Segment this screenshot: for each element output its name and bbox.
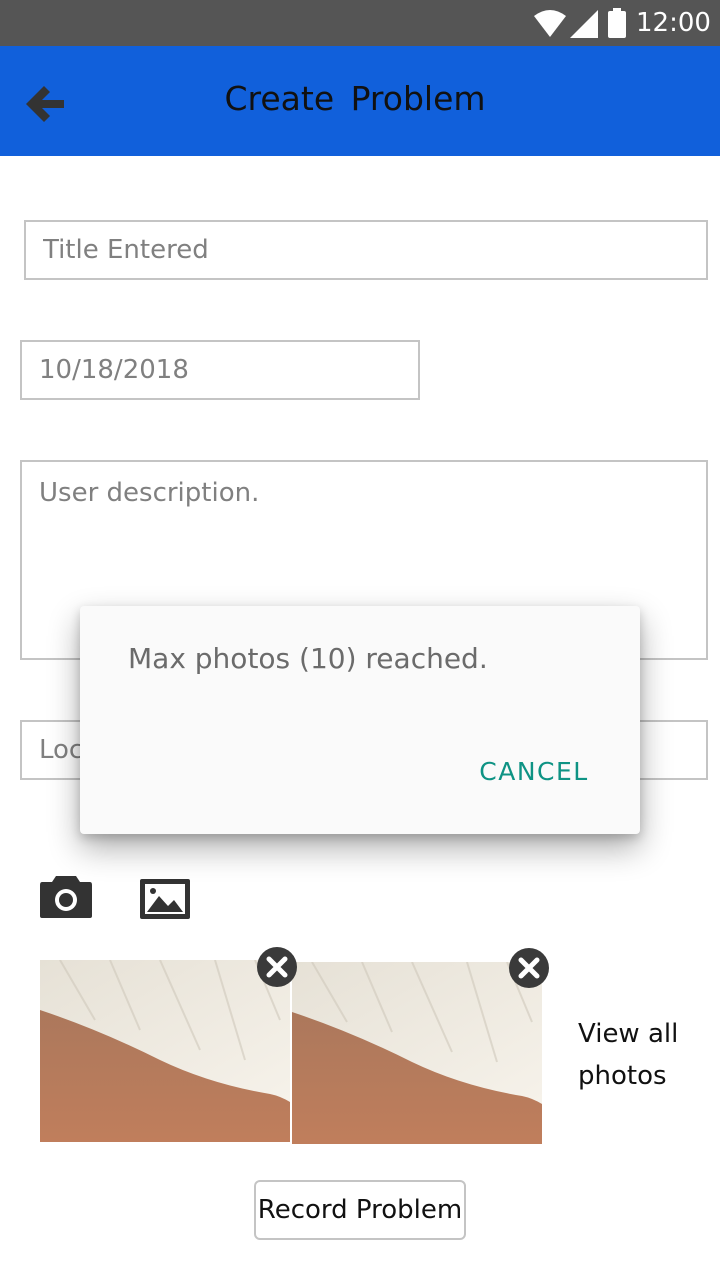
- app-bar: Create Problem: [0, 46, 720, 156]
- close-circle-icon[interactable]: [256, 946, 298, 988]
- photo-thumbnail[interactable]: [40, 960, 290, 1142]
- image-icon[interactable]: [138, 876, 194, 922]
- photo-thumbnail[interactable]: [292, 962, 542, 1144]
- camera-icon[interactable]: [38, 874, 94, 920]
- dialog-message: Max photos (10) reached.: [128, 642, 488, 675]
- date-input[interactable]: 10/18/2018: [20, 340, 420, 400]
- cancel-button[interactable]: CANCEL: [464, 752, 604, 792]
- record-problem-button[interactable]: Record Problem: [254, 1180, 466, 1240]
- status-clock: 12:00: [636, 8, 711, 38]
- battery-icon: [608, 8, 626, 38]
- title-input[interactable]: Title Entered: [24, 220, 708, 280]
- page-title: Create Problem: [224, 79, 486, 118]
- max-photos-dialog: Max photos (10) reached. CANCEL: [80, 606, 640, 834]
- date-input-value: 10/18/2018: [39, 355, 189, 385]
- description-placeholder: User description.: [39, 478, 260, 508]
- status-bar: 12:00: [0, 0, 720, 46]
- title-input-value: Title Entered: [43, 235, 209, 265]
- wifi-icon: [534, 10, 566, 37]
- cellular-signal-icon: [570, 10, 598, 38]
- close-circle-icon[interactable]: [508, 947, 550, 989]
- view-all-photos-link[interactable]: View all photos: [578, 1013, 708, 1097]
